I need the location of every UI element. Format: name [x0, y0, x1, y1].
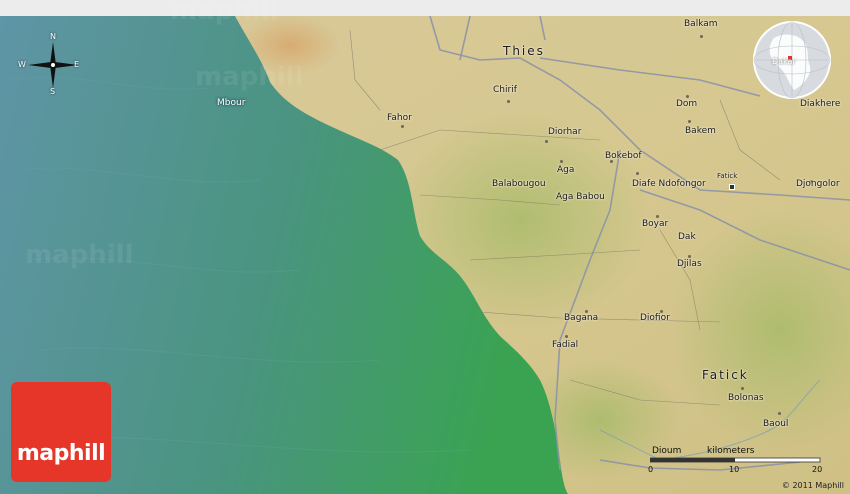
- place-label: Dak: [678, 232, 696, 242]
- globe-label: Dakar: [772, 57, 796, 66]
- copyright-text: © 2011 Maphill: [781, 481, 844, 490]
- watermark-text: maphill: [195, 62, 304, 92]
- place-label: Bakem: [685, 126, 716, 136]
- place-label: Djongolor: [796, 179, 840, 189]
- compass-north-label: N: [50, 32, 56, 41]
- place-label: Fadial: [552, 340, 579, 350]
- watermark-text: maphill: [25, 240, 134, 270]
- place-label: Baoul: [763, 419, 789, 429]
- place-label: Balabougou: [492, 179, 546, 189]
- scale-overlap-label: Dioum: [652, 446, 682, 456]
- place-label: Fatick: [702, 368, 749, 382]
- scale-tick-label: 20: [812, 465, 823, 474]
- compass-south-label: S: [50, 87, 56, 96]
- place-label: Fatick: [717, 172, 738, 180]
- compass-rose: N S E W: [18, 32, 88, 96]
- place-label: Aga Babou: [556, 192, 605, 202]
- place-label: Chirif: [493, 85, 517, 95]
- logo-text: maphill: [16, 441, 106, 466]
- scale-unit-label: kilometers: [707, 446, 755, 456]
- place-label: Aga: [557, 165, 575, 175]
- scale-tick-label: 10: [729, 465, 740, 474]
- globe-inset: Dakar: [752, 20, 832, 100]
- place-label: Fahor: [387, 113, 412, 123]
- place-label: Balkam: [684, 19, 718, 29]
- compass-west-label: W: [18, 60, 26, 69]
- compass-east-label: E: [74, 60, 80, 69]
- place-label: Djilas: [677, 259, 702, 269]
- place-label: Bokebof: [605, 151, 642, 161]
- map-view[interactable]: maphill maphill maphill N S E W Balkam T…: [0, 0, 850, 494]
- place-label: Diorhar: [548, 127, 582, 137]
- maphill-logo[interactable]: maphill: [11, 382, 111, 482]
- watermark-text: maphill: [170, 0, 279, 26]
- place-label: Diafe Ndofongor: [632, 179, 706, 189]
- place-label: Thies: [503, 44, 545, 58]
- place-label: Bagana: [564, 313, 599, 323]
- place-label: Diofior: [640, 313, 670, 323]
- scale-tick-label: 0: [648, 465, 654, 474]
- scale-bar: Dioum kilometers 0 10 20: [648, 446, 825, 476]
- place-label: Boyar: [642, 219, 669, 229]
- place-label: Diakhere: [800, 99, 841, 109]
- place-label: Bolonas: [728, 393, 764, 403]
- place-label: Mbour: [217, 98, 246, 108]
- place-label: Dom: [676, 99, 698, 109]
